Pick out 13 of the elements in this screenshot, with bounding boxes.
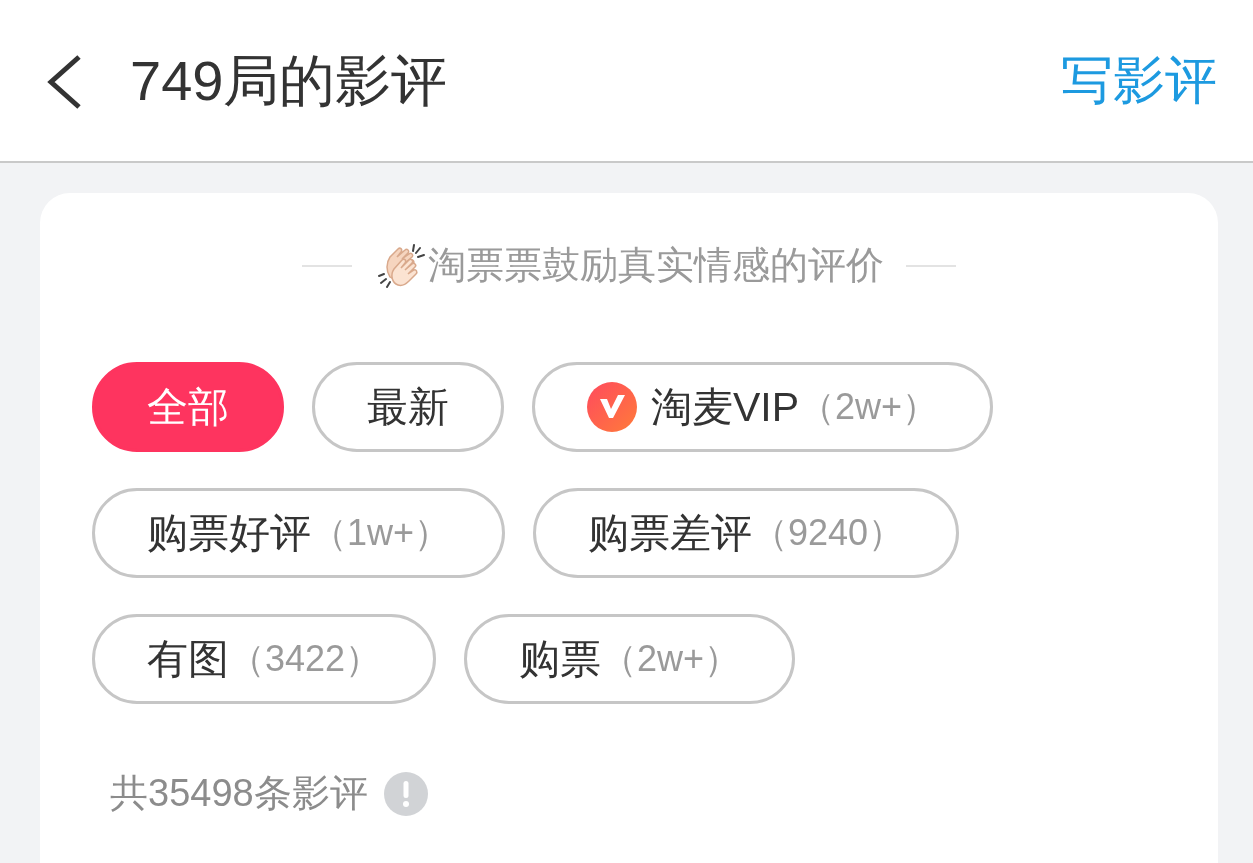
filter-chip[interactable]: 购票好评（1w+） (92, 488, 506, 579)
back-icon[interactable] (46, 54, 82, 109)
review-total: 共35498条影评 (110, 771, 368, 817)
filter-chip[interactable]: 全部 (92, 362, 284, 453)
filter-chip[interactable]: 购票差评（9240） (533, 488, 960, 579)
v-logo-icon (587, 382, 637, 433)
filter-chip[interactable]: 有图（3422） (92, 614, 437, 705)
filter-chip[interactable]: 最新 (312, 362, 504, 453)
clapping-hands-icon (378, 242, 426, 289)
page-title: 749局的影评 (130, 47, 449, 114)
filter-chip[interactable]: 购票（2w+） (464, 614, 796, 705)
banner-text: 淘票票鼓励真实情感的评价 (428, 243, 884, 288)
filter-chip[interactable]: 淘麦VIP（2w+） (532, 362, 994, 453)
